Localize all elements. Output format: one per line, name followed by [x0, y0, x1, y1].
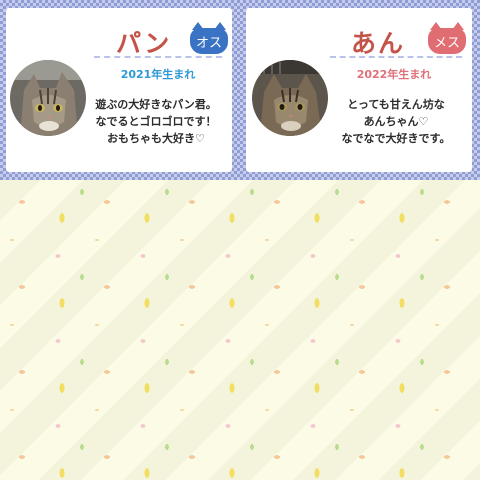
cat-photo [10, 60, 86, 136]
dashed-divider [330, 56, 462, 58]
bio-line: とっても甘えん坊な [347, 98, 445, 111]
bio-line: あんちゃん♡ [363, 115, 429, 128]
cat-bio: 遊ぶの大好きなパン君。 なでるとゴロゴロです！ おもちゃも大好き♡ [86, 96, 226, 147]
bio-line: なでなで大好きです。 [341, 132, 451, 145]
cat-profile-card-an: あん メス 2022年生まれ とっても甘えん坊な あんちゃん♡ なでなで大好きで… [246, 8, 472, 172]
birth-year: 2021年生まれ [120, 68, 196, 81]
cat-name: パン [116, 29, 172, 58]
bio-line: 遊ぶの大好きなパン君。 [95, 98, 217, 111]
sex-label: メス [433, 35, 460, 51]
cat-bio: とっても甘えん坊な あんちゃん♡ なでなで大好きです。 [326, 96, 466, 147]
bio-line: おもちゃも大好き♡ [107, 132, 205, 145]
cat-profile-card-pan: パン オス 2021年生まれ 遊ぶの大好きなパン君。 なでるとゴロゴロです！ お… [6, 8, 232, 172]
birth-year: 2022年生まれ [356, 68, 432, 81]
bio-line: なでるとゴロゴロです！ [95, 115, 217, 128]
sex-label: オス [195, 35, 222, 51]
patterned-background [0, 178, 480, 480]
cat-photo [252, 60, 328, 136]
cat-name: あん [351, 29, 406, 58]
dashed-divider [94, 56, 222, 58]
sex-badge-cat-icon: メス [428, 22, 466, 54]
sex-badge-cat-icon: オス [190, 22, 228, 54]
